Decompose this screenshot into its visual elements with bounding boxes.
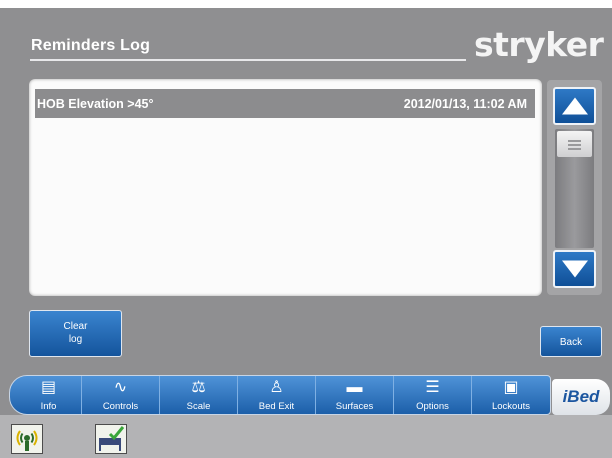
- clear-log-label-line1: Clear: [63, 321, 88, 332]
- nav-tab-label: Controls: [102, 401, 139, 412]
- grip-line: [568, 144, 581, 146]
- ibed-tab[interactable]: iBed: [552, 379, 610, 415]
- arrow-up-icon: [561, 97, 588, 115]
- lock-icon: ▣: [503, 379, 519, 396]
- page-title: Reminders Log: [31, 37, 151, 54]
- nav-tab-surfaces[interactable]: ▬ Surfaces: [316, 376, 394, 414]
- log-entry-timestamp: 2012/01/13, 11:02 AM: [403, 97, 527, 111]
- scroll-thumb[interactable]: [557, 131, 592, 157]
- nav-tab-scale[interactable]: ⚖ Scale: [160, 376, 238, 414]
- scroll-track[interactable]: [555, 129, 594, 248]
- nav-tab-controls[interactable]: ∿ Controls: [82, 376, 160, 414]
- top-frame: [0, 0, 612, 8]
- nav-tab-label: Scale: [186, 401, 211, 412]
- back-button[interactable]: Back: [540, 326, 602, 357]
- nav-tab-label: Lockouts: [491, 401, 531, 412]
- bottom-navigation: ▤ Info ∿ Controls ⚖ Scale ♙ Bed Exit ▬ S…: [9, 375, 551, 415]
- clear-log-button[interactable]: Clear log: [29, 310, 122, 357]
- brand-logo: stryker: [474, 25, 604, 64]
- bed-controls-icon: ∿: [113, 379, 128, 396]
- bed-check-icon: [95, 424, 127, 454]
- options-sliders-icon: ☰: [425, 379, 440, 396]
- clear-log-label-line2: log: [68, 334, 83, 345]
- nav-tab-label: Surfaces: [335, 401, 374, 412]
- status-strip: [0, 415, 612, 458]
- scrollbar[interactable]: [547, 80, 602, 295]
- log-entry-name: HOB Elevation >45°: [37, 97, 154, 111]
- arrow-down-icon: [561, 260, 588, 278]
- info-icon: ▤: [40, 379, 57, 396]
- nav-tab-bed-exit[interactable]: ♙ Bed Exit: [238, 376, 316, 414]
- nav-tab-label: Options: [416, 401, 449, 412]
- grip-line: [568, 148, 581, 150]
- nav-tab-info[interactable]: ▤ Info: [16, 376, 82, 414]
- nav-tab-label: Info: [40, 401, 57, 412]
- scale-icon: ⚖: [191, 379, 206, 396]
- scroll-down-button[interactable]: [553, 250, 596, 288]
- wifi-signal-icon: [11, 424, 43, 454]
- surfaces-icon: ▬: [346, 379, 363, 396]
- title-divider: [30, 59, 466, 61]
- nav-tab-lockouts[interactable]: ▣ Lockouts: [472, 376, 550, 414]
- screen: Reminders Log stryker HOB Elevation >45°…: [0, 0, 612, 458]
- bed-exit-icon: ♙: [269, 379, 284, 396]
- grip-line: [568, 140, 581, 142]
- log-entry-row[interactable]: HOB Elevation >45° 2012/01/13, 11:02 AM: [35, 89, 535, 118]
- scroll-up-button[interactable]: [553, 87, 596, 125]
- reminders-log-list[interactable]: HOB Elevation >45° 2012/01/13, 11:02 AM: [29, 79, 542, 296]
- nav-tab-options[interactable]: ☰ Options: [394, 376, 472, 414]
- nav-tab-label: Bed Exit: [258, 401, 295, 412]
